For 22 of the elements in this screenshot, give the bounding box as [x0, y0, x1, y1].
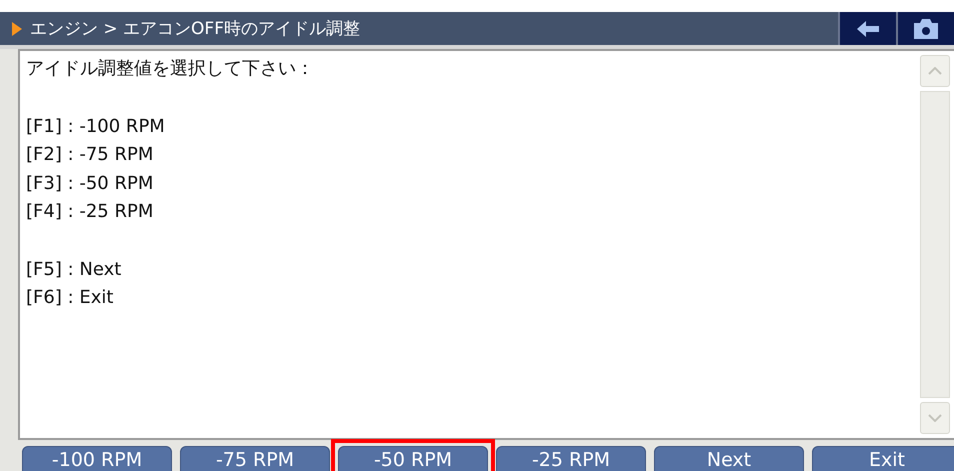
breadcrumb: エンジン > エアコンOFF時のアイドル調整	[30, 18, 361, 40]
scroll-down-button[interactable]	[920, 402, 950, 434]
function-key-button[interactable]: -75 RPM	[180, 446, 330, 471]
function-key-button[interactable]: -25 RPM	[496, 446, 646, 471]
function-key-button[interactable]: Next	[654, 446, 804, 471]
camera-icon[interactable]	[896, 12, 954, 45]
function-key-button[interactable]: Exit	[812, 446, 954, 471]
triangle-icon	[12, 22, 22, 36]
message-line: [F2] : -75 RPM	[26, 143, 154, 167]
message-line: [F6] : Exit	[26, 286, 114, 310]
function-key-button[interactable]: -100 RPM	[22, 446, 172, 471]
scrollbar[interactable]	[916, 49, 954, 440]
message-line: [F5] : Next	[26, 258, 122, 282]
chevron-up-icon	[928, 67, 942, 75]
chevron-down-icon	[928, 414, 942, 422]
function-key-button[interactable]: -50 RPM	[338, 446, 488, 471]
message-line: [F4] : -25 RPM	[26, 200, 154, 224]
message-line: [F1] : -100 RPM	[26, 114, 166, 138]
scroll-up-button[interactable]	[920, 55, 950, 87]
scroll-track[interactable]	[920, 91, 950, 398]
message-line: [F3] : -50 RPM	[26, 172, 154, 196]
message-line: アイドル調整値を選択して下さい：	[26, 57, 315, 81]
